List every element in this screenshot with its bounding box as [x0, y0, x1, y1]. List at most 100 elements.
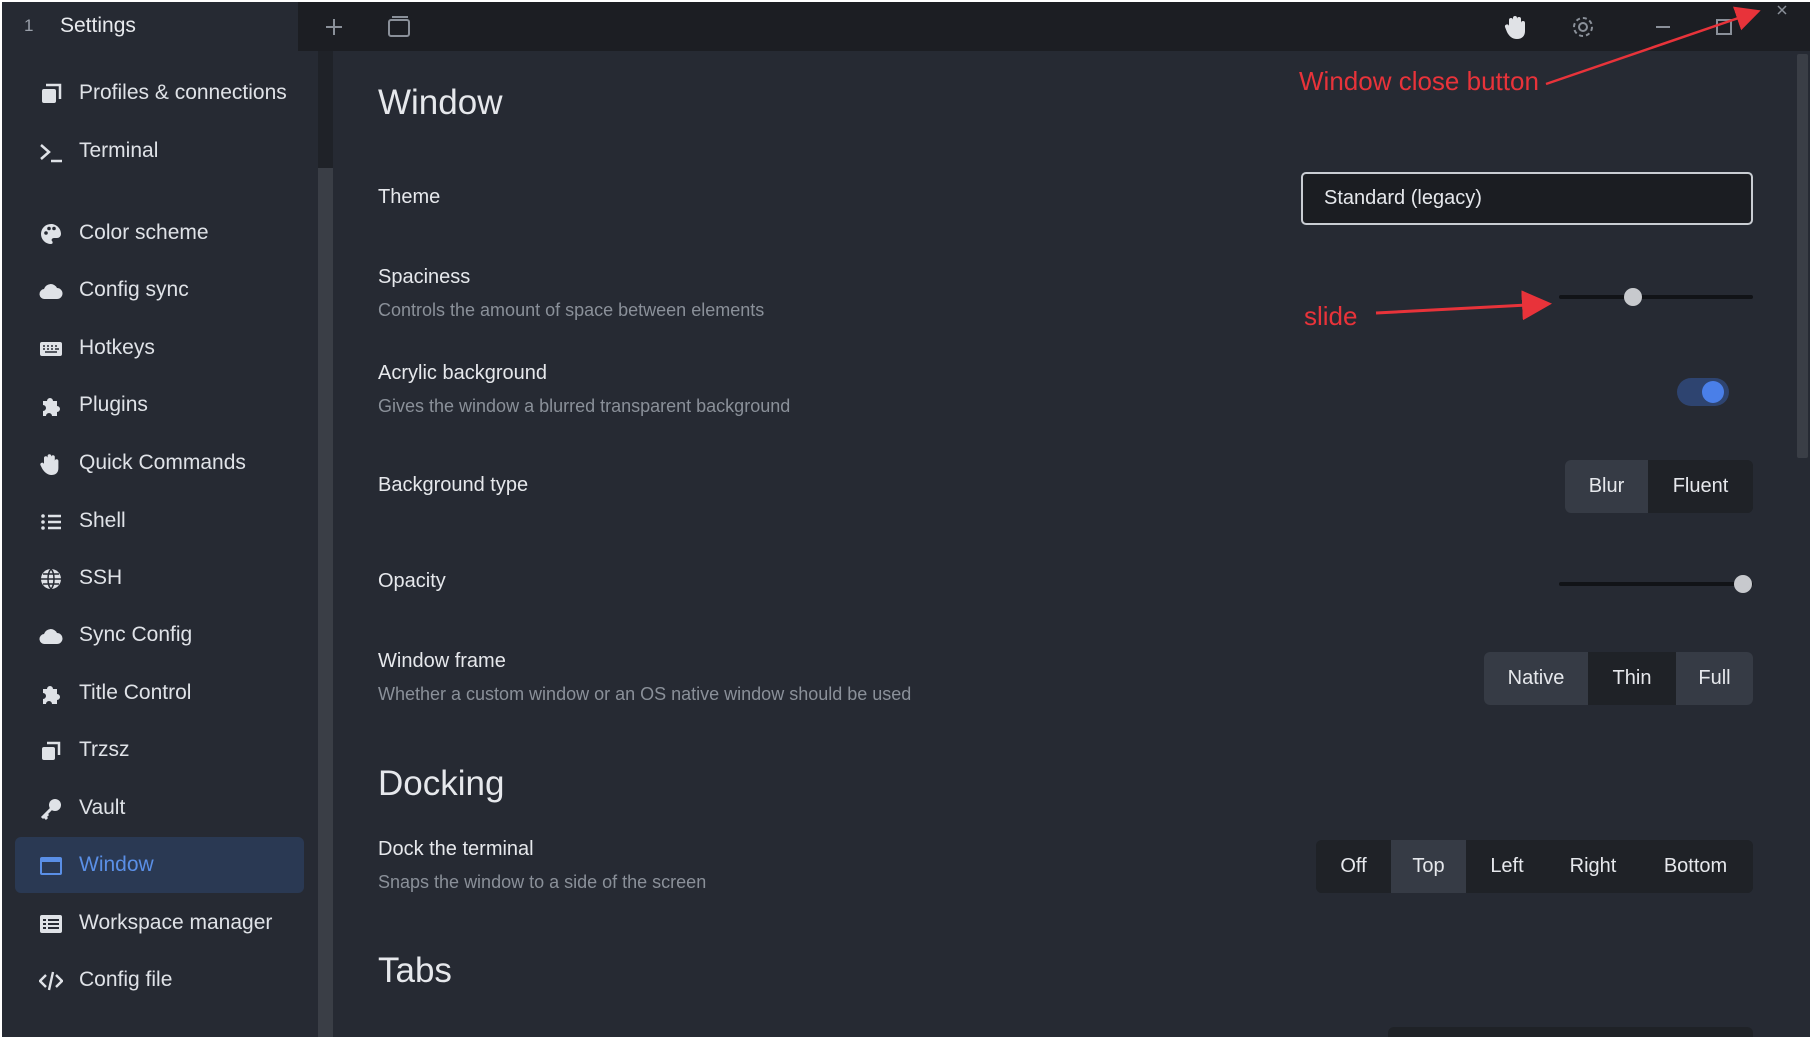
- close-icon: [1777, 5, 1787, 15]
- window-frame-native-button[interactable]: Native: [1484, 652, 1588, 705]
- globe-icon: [41, 568, 61, 590]
- dock-left-button[interactable]: Left: [1466, 840, 1548, 893]
- app-window: 1 Settings Profiles & connections Termin…: [2, 2, 1810, 1037]
- sidebar-item-label: Color scheme: [79, 221, 209, 244]
- key-icon: [40, 799, 61, 821]
- sidebar-item-quick-commands[interactable]: Quick Commands: [15, 435, 304, 491]
- hand-icon: [40, 454, 59, 475]
- section-title-docking: Docking: [378, 764, 505, 803]
- sidebar-item-label: Config sync: [79, 278, 189, 301]
- annotation-slide: slide: [1304, 301, 1358, 331]
- background-type-blur-button[interactable]: Blur: [1565, 460, 1648, 513]
- background-type-fluent-button[interactable]: Fluent: [1648, 460, 1753, 513]
- acrylic-description: Gives the window a blurred transparent b…: [378, 396, 791, 416]
- cloud-icon: [39, 284, 63, 300]
- dock-label: Dock the terminal: [378, 838, 534, 860]
- annotation-close-button: Window close button: [1299, 66, 1539, 96]
- dock-right-button[interactable]: Right: [1548, 840, 1638, 893]
- window-layout-button[interactable]: [383, 11, 415, 43]
- window-frame-thin-button[interactable]: Thin: [1588, 652, 1676, 705]
- acrylic-label: Acrylic background: [378, 362, 547, 384]
- sidebar-scrollbar-thumb[interactable]: [318, 168, 333, 1037]
- copy-icon: [42, 741, 61, 760]
- palette-icon: [41, 224, 61, 244]
- window-frame-label: Window frame: [378, 650, 506, 672]
- terminal-icon: [40, 144, 62, 163]
- sidebar-item-config-sync[interactable]: Config sync: [15, 262, 304, 318]
- maximize-icon: [1716, 19, 1732, 35]
- profiles-icon: [42, 83, 62, 103]
- sidebar-item-label: Profiles & connections: [79, 81, 287, 104]
- sidebar-item-vault[interactable]: Vault: [15, 780, 304, 836]
- quick-commands-button[interactable]: [1500, 11, 1532, 43]
- window-icon: [388, 16, 410, 37]
- theme-label: Theme: [378, 186, 441, 208]
- sidebar-item-label: Sync Config: [79, 623, 193, 646]
- dock-group: Off Top Left Right Bottom: [1316, 840, 1753, 893]
- sidebar-item-terminal[interactable]: Terminal: [15, 123, 304, 179]
- new-tab-button[interactable]: [318, 11, 350, 43]
- theme-select[interactable]: Standard (legacy): [1301, 172, 1753, 225]
- plus-icon: [326, 19, 342, 35]
- spaciness-slider[interactable]: [1559, 295, 1753, 299]
- opacity-slider[interactable]: [1559, 582, 1753, 586]
- sidebar-item-workspace-manager[interactable]: Workspace manager: [15, 895, 304, 951]
- tab-title: Settings: [60, 14, 136, 37]
- dock-top-button[interactable]: Top: [1391, 840, 1466, 893]
- sidebar-item-ssh[interactable]: SSH: [15, 550, 304, 606]
- theme-select-value: Standard (legacy): [1324, 187, 1482, 209]
- sidebar-item-label: Title Control: [79, 681, 192, 704]
- window-frame-group: Native Thin Full: [1484, 652, 1753, 705]
- keyboard-icon: [40, 342, 62, 356]
- window-icon: [40, 857, 62, 875]
- sidebar-item-label: SSH: [79, 566, 123, 589]
- sidebar-item-label: Workspace manager: [79, 911, 273, 934]
- dock-bottom-button[interactable]: Bottom: [1638, 840, 1753, 893]
- background-type-group: Blur Fluent: [1565, 460, 1753, 513]
- window-frame-description: Whether a custom window or an OS native …: [378, 684, 912, 704]
- workspace-icon: [40, 915, 62, 933]
- sidebar-item-label: Quick Commands: [79, 451, 246, 474]
- sidebar-item-label: Config file: [79, 968, 173, 991]
- minimize-icon: [1656, 26, 1670, 28]
- spaciness-slider-thumb[interactable]: [1623, 288, 1642, 306]
- hand-icon: [1504, 16, 1525, 39]
- minimize-button[interactable]: [1647, 11, 1679, 43]
- settings-button[interactable]: [1567, 11, 1599, 43]
- section-title-window: Window: [378, 83, 503, 122]
- sidebar-item-sync-config[interactable]: Sync Config: [15, 607, 304, 663]
- sidebar-item-label: Plugins: [79, 393, 148, 416]
- sidebar-item-hotkeys[interactable]: Hotkeys: [15, 320, 304, 376]
- cloud-icon: [39, 629, 63, 645]
- gear-icon: [1573, 17, 1593, 37]
- maximize-button[interactable]: [1708, 11, 1740, 43]
- list-icon: [41, 514, 61, 530]
- sidebar-item-plugins[interactable]: Plugins: [15, 377, 304, 433]
- puzzle-icon: [43, 398, 60, 416]
- sidebar-item-window[interactable]: Window: [15, 837, 304, 893]
- sidebar-item-label: Terminal: [79, 139, 159, 162]
- sidebar-item-label: Trzsz: [79, 738, 130, 761]
- puzzle-icon: [43, 686, 60, 704]
- tabs-control-partial[interactable]: [1388, 1027, 1753, 1037]
- close-button[interactable]: [1770, 2, 1794, 18]
- dock-off-button[interactable]: Off: [1316, 840, 1391, 893]
- background-type-label: Background type: [378, 474, 529, 496]
- dock-description: Snaps the window to a side of the screen: [378, 872, 707, 892]
- acrylic-toggle-knob: [1702, 381, 1724, 403]
- sidebar-item-profiles[interactable]: Profiles & connections: [15, 65, 304, 121]
- sidebar-item-shell[interactable]: Shell: [15, 493, 304, 549]
- spaciness-description: Controls the amount of space between ele…: [378, 300, 765, 320]
- tab-settings[interactable]: 1 Settings: [2, 2, 298, 51]
- sidebar-item-label: Hotkeys: [79, 336, 155, 359]
- sidebar-item-label: Window: [79, 853, 154, 876]
- sidebar-item-title-control[interactable]: Title Control: [15, 665, 304, 721]
- section-title-tabs: Tabs: [378, 951, 452, 990]
- sidebar-item-config-file[interactable]: Config file: [15, 952, 304, 1008]
- spaciness-label: Spaciness: [378, 266, 471, 288]
- opacity-label: Opacity: [378, 570, 446, 592]
- window-frame-full-button[interactable]: Full: [1676, 652, 1753, 705]
- content-scrollbar-thumb[interactable]: [1797, 54, 1808, 458]
- sidebar-item-color-scheme[interactable]: Color scheme: [15, 205, 304, 261]
- sidebar-item-trzsz[interactable]: Trzsz: [15, 722, 304, 778]
